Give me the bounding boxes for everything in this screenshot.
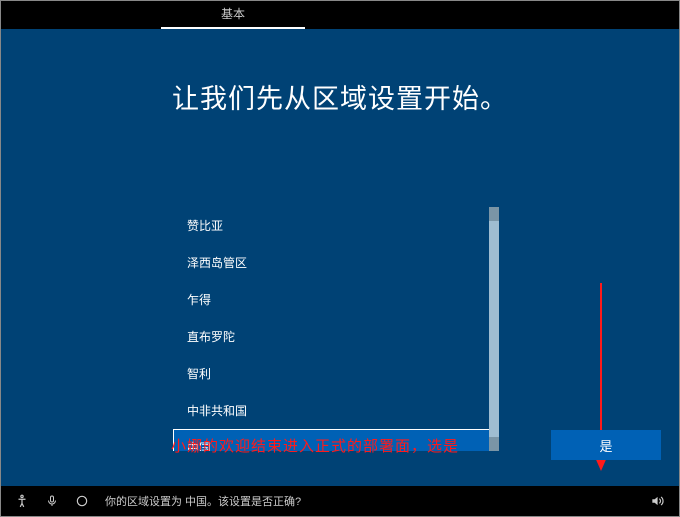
mic-icon[interactable] xyxy=(41,486,63,516)
volume-icon[interactable] xyxy=(645,494,669,508)
region-item[interactable]: 智利 xyxy=(173,355,499,392)
scrollbar[interactable] xyxy=(489,207,499,451)
region-item[interactable]: 乍得 xyxy=(173,281,499,318)
tab-basic[interactable]: 基本 xyxy=(161,0,305,29)
yes-button[interactable]: 是 xyxy=(551,430,661,460)
cortana-text: 你的区域设置为 中国。该设置是否正确? xyxy=(101,493,645,509)
oobe-window: 基本 让我们先从区域设置开始。 赞比亚 泽西岛管区 乍得 直布罗陀 智利 中非共… xyxy=(0,0,680,517)
taskbar: 你的区域设置为 中国。该设置是否正确? xyxy=(1,486,679,516)
cortana-ring-icon[interactable] xyxy=(71,486,93,516)
region-item[interactable]: 直布罗陀 xyxy=(173,318,499,355)
page-title: 让我们先从区域设置开始。 xyxy=(1,77,679,116)
region-item[interactable]: 中非共和国 xyxy=(173,392,499,429)
region-item[interactable]: 赞比亚 xyxy=(173,207,499,244)
region-list-container: 赞比亚 泽西岛管区 乍得 直布罗陀 智利 中非共和国 中国 xyxy=(173,207,499,451)
main-area: 让我们先从区域设置开始。 赞比亚 泽西岛管区 乍得 直布罗陀 智利 中非共和国 … xyxy=(1,29,679,486)
accessibility-icon[interactable] xyxy=(11,486,33,516)
region-list[interactable]: 赞比亚 泽西岛管区 乍得 直布罗陀 智利 中非共和国 中国 xyxy=(173,207,499,451)
tab-bar: 基本 xyxy=(1,1,679,29)
annotation-text: 小娜的欢迎结束进入正式的部署面，选是 xyxy=(171,435,459,456)
region-item[interactable]: 泽西岛管区 xyxy=(173,244,499,281)
